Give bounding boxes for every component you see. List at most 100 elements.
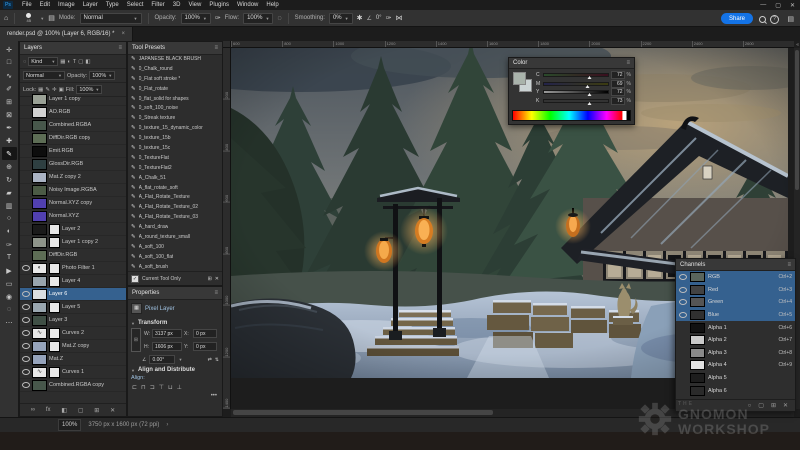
panel-menu-icon[interactable]: ≡ [787,262,791,268]
align-right-icon[interactable]: ⊐ [150,384,155,391]
layer-row[interactable]: Layer 3 [20,314,126,327]
pressure-opacity-icon[interactable]: ✑ [215,14,221,22]
rotation-input[interactable]: 0.00° [149,355,175,364]
search-icon[interactable] [759,16,766,23]
layer-row[interactable]: ◐ Photo Filter 1 [20,262,126,275]
airbrush-icon[interactable]: ◌ [277,15,281,22]
transform-section-header[interactable]: ▼ Transform [128,317,222,327]
color-spectrum-ramp[interactable] [512,110,631,121]
tool-button[interactable]: ⊞ [2,95,17,108]
tool-button[interactable]: ✑ [2,238,17,251]
layer-row[interactable]: AO.RGB [20,106,126,119]
panel-menu-icon[interactable]: ≡ [118,45,122,51]
channel-row[interactable]: Blue Ctrl+5 [676,309,795,322]
tool-button[interactable]: ▥ [2,199,17,212]
slider-thumb[interactable] [587,93,591,96]
flip-vertical-icon[interactable]: ⇅ [215,357,219,363]
brush-preset-picker[interactable]: 45 [21,13,36,23]
channels-footer-icon[interactable]: ▢ [758,402,764,409]
layer-row[interactable]: Layer 2 [20,223,126,236]
current-tool-only-checkbox[interactable]: ✓ [131,275,139,283]
brush-panel-toggle-icon[interactable]: ▤ [48,14,55,22]
tool-button[interactable]: ⊕ [2,160,17,173]
align-center-h-icon[interactable]: ⊓ [141,384,146,391]
preset-row[interactable]: ✎ 0_texture_15b [128,133,222,143]
channel-row[interactable]: Green Ctrl+4 [676,296,795,309]
filter-type-icon[interactable]: T [73,59,76,65]
preset-row[interactable]: ✎ 0_flat_solid for shapes [128,94,222,104]
lock-all-icon[interactable]: ▣ [59,87,64,93]
layers-footer-icon[interactable]: ∞ [31,407,35,413]
tool-button[interactable]: ▰ [2,186,17,199]
layer-row[interactable]: Mat.Z copy [20,340,126,353]
tool-button[interactable]: ↻ [2,173,17,186]
preset-row[interactable]: ✎ 0_texture_15c [128,143,222,153]
color-slider-track[interactable] [543,99,609,103]
preset-row[interactable]: ✎ A_flat_rotate_soft [128,183,222,193]
visibility-eye-icon[interactable] [679,287,687,293]
channel-row[interactable]: Alpha 2 Ctrl+7 [676,334,795,347]
preset-row[interactable]: ✎ A_Flat_Rotate_Texture_03 [128,212,222,222]
panel-menu-icon[interactable]: ≡ [214,45,218,51]
workspace-switcher-icon[interactable]: ▤ [787,15,794,23]
channels-footer-icon[interactable]: ⊞ [771,402,776,409]
document-tab[interactable]: render.psd @ 100% (Layer 6, RGB/16) * × [0,27,133,41]
scrollbar-thumb[interactable] [795,50,799,190]
filter-pixel-icon[interactable]: ▦ [60,59,65,65]
menu-item[interactable]: File [18,2,36,8]
align-center-v-icon[interactable]: ⊔ [168,384,173,391]
tool-button[interactable]: ◐ [2,225,17,238]
new-preset-icon[interactable]: ⊞ [208,276,212,282]
tool-button[interactable]: ▭ [2,277,17,290]
tool-button[interactable]: ✒ [2,121,17,134]
smoothing-input[interactable]: 0% ▼ [329,13,353,24]
color-slider-track[interactable] [543,90,609,94]
color-slider-track[interactable] [543,73,609,77]
foreground-color-swatch[interactable] [513,72,526,85]
tool-button[interactable]: ○ [2,212,17,225]
width-input[interactable]: 3137 px [152,329,182,338]
preset-row[interactable]: ✎ 0_TextureFlat2 [128,163,222,173]
visibility-eye-icon[interactable] [22,317,30,323]
preset-row[interactable]: ✎ 0_texture_15_dynamic_color [128,123,222,133]
preset-row[interactable]: ✎ A_hard_draw [128,222,222,232]
scrollbar-thumb[interactable] [233,410,493,415]
align-top-icon[interactable]: ⊤ [159,384,164,391]
visibility-eye-icon[interactable] [22,265,30,271]
share-button[interactable]: Share [721,13,753,24]
preset-row[interactable]: ✎ 0_Flat soft stroke * [128,74,222,84]
filter-smartobject-icon[interactable]: ◧ [85,59,90,65]
tool-button[interactable]: ◌ [2,303,17,316]
channel-value-input[interactable]: 72 [611,88,625,96]
menu-item[interactable]: Help [262,2,282,8]
minimize-icon[interactable]: — [760,2,766,8]
menu-item[interactable]: Plugins [205,2,233,8]
color-slider-track[interactable] [543,82,609,86]
slider-thumb[interactable] [588,102,592,105]
slider-thumb[interactable] [587,76,591,79]
layer-row[interactable]: Normal.XYZ [20,210,126,223]
layer-row[interactable]: Layer 6 [20,288,126,301]
layers-footer-icon[interactable]: ⊞ [94,407,99,414]
lock-pixels-icon[interactable]: ▦ [38,87,43,93]
preset-row[interactable]: ✎ A_soft_100 [128,242,222,252]
tool-button[interactable]: ✛ [2,43,17,56]
menu-item[interactable]: Select [123,2,148,8]
align-left-icon[interactable]: ⊏ [132,384,137,391]
visibility-eye-icon[interactable] [22,304,30,310]
layer-row[interactable]: DiffDir.RGB [20,249,126,262]
visibility-eye-icon[interactable] [22,382,30,388]
lock-paint-icon[interactable]: ✎ [45,87,50,93]
layer-row[interactable]: ∿ Curves 2 [20,327,126,340]
layer-row[interactable]: ∿ Curves 1 [20,366,126,379]
tool-button[interactable]: ⊠ [2,108,17,121]
menu-item[interactable]: 3D [169,2,185,8]
menu-item[interactable]: Window [233,2,262,8]
visibility-eye-icon[interactable] [679,274,687,280]
status-menu-arrow-icon[interactable]: › [166,422,168,428]
visibility-eye-icon[interactable] [22,369,30,375]
ruler-corner[interactable] [223,41,231,48]
smoothing-gear-icon[interactable]: ✱ [357,14,363,22]
preset-row[interactable]: ✎ A_Chalk_51 [128,173,222,183]
preset-row[interactable]: ✎ 0_TextureFlat [128,153,222,163]
